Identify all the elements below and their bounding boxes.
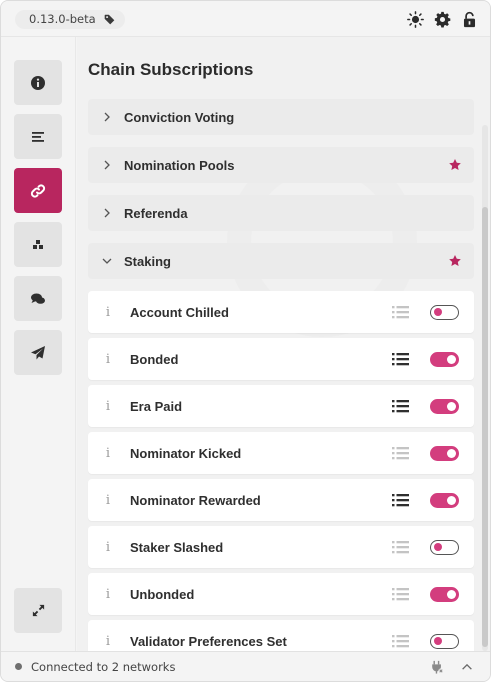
toggle-knob (447, 448, 456, 458)
subscription-row: i Validator Preferences Set (88, 620, 474, 651)
main-panel: Chain Subscriptions Conviction Voting No… (77, 37, 490, 651)
link-icon (30, 183, 46, 198)
cubes-icon (33, 239, 43, 249)
top-icons (407, 11, 478, 28)
sidebar-item-subscriptions[interactable] (14, 168, 62, 213)
subscription-row: i Staker Slashed (88, 526, 474, 568)
subscription-toggle[interactable] (430, 634, 459, 649)
list-icon[interactable] (392, 305, 409, 319)
info-icon[interactable]: i (88, 352, 128, 367)
chevron-right-icon (104, 208, 110, 218)
info-icon[interactable]: i (88, 634, 128, 649)
subscription-label: Unbonded (130, 586, 195, 602)
expand-button[interactable] (14, 588, 62, 633)
sidebar-item-info[interactable] (14, 60, 62, 105)
category-label: Referenda (124, 205, 188, 221)
sidebar-item-list[interactable] (14, 114, 62, 159)
subscription-row: i Unbonded (88, 573, 474, 615)
unlock-icon[interactable] (461, 11, 478, 28)
list-icon[interactable] (392, 540, 409, 554)
scrollbar-thumb[interactable] (482, 207, 488, 647)
subscription-label: Account Chilled (130, 304, 229, 320)
list-icon[interactable] (392, 399, 409, 413)
subscription-toggle[interactable] (430, 540, 459, 555)
star-icon (449, 255, 461, 266)
subscription-label: Validator Preferences Set (130, 633, 287, 649)
list-icon[interactable] (392, 634, 409, 648)
subscription-toggle[interactable] (430, 587, 459, 602)
comments-icon (31, 293, 45, 304)
category-label: Nomination Pools (124, 157, 235, 173)
toggle-knob (447, 354, 456, 364)
sun-icon[interactable] (407, 11, 424, 28)
category-conviction-voting[interactable]: Conviction Voting (88, 99, 474, 135)
subscription-row: i Era Paid (88, 385, 474, 427)
list-icon (32, 131, 44, 142)
status-bar: Connected to 2 networks (1, 651, 490, 681)
toggle-knob (434, 308, 442, 316)
info-icon[interactable]: i (88, 399, 128, 414)
info-icon[interactable]: i (88, 305, 128, 320)
expand-icon (32, 604, 44, 617)
subscription-toggle[interactable] (430, 305, 459, 320)
info-icon[interactable]: i (88, 446, 128, 461)
info-icon[interactable]: i (88, 587, 128, 602)
subscription-row: i Bonded (88, 338, 474, 380)
category-referenda[interactable]: Referenda (88, 195, 474, 231)
tag-icon (104, 14, 114, 25)
info-circle-icon (31, 75, 45, 90)
plug-icon[interactable] (430, 660, 444, 674)
sidebar (1, 37, 76, 651)
info-icon[interactable]: i (88, 493, 128, 508)
toggle-knob (447, 589, 456, 599)
subscription-toggle[interactable] (430, 399, 459, 414)
list-icon[interactable] (392, 587, 409, 601)
version-badge: 0.13.0-beta (15, 10, 125, 29)
subscription-toggle[interactable] (430, 352, 459, 367)
sidebar-item-chat[interactable] (14, 276, 62, 321)
toggle-knob (434, 637, 442, 645)
toggle-knob (447, 401, 456, 411)
subscription-row: i Account Chilled (88, 291, 474, 333)
connection-status-dot (15, 663, 22, 670)
list-icon[interactable] (392, 493, 409, 507)
toggle-knob (447, 495, 456, 505)
subscription-row: i Nominator Rewarded (88, 479, 474, 521)
category-nomination-pools[interactable]: Nomination Pools (88, 147, 474, 183)
chevron-up-icon[interactable] (460, 660, 474, 674)
info-icon[interactable]: i (88, 540, 128, 555)
gear-icon[interactable] (434, 11, 451, 28)
category-staking[interactable]: Staking (88, 243, 474, 279)
list-icon[interactable] (392, 352, 409, 366)
category-label: Staking (124, 253, 171, 269)
list-icon[interactable] (392, 446, 409, 460)
version-text: 0.13.0-beta (29, 12, 96, 26)
app-window: 0.13.0-beta Chain Subscriptions Convicti… (0, 0, 491, 682)
subscription-label: Bonded (130, 351, 179, 367)
sidebar-item-cubes[interactable] (14, 222, 62, 267)
star-icon (449, 159, 461, 170)
top-bar: 0.13.0-beta (1, 1, 490, 37)
page-title: Chain Subscriptions (88, 60, 254, 79)
subscription-toggle[interactable] (430, 446, 459, 461)
toggle-knob (434, 543, 442, 551)
sidebar-item-send[interactable] (14, 330, 62, 375)
subscription-label: Nominator Rewarded (130, 492, 261, 508)
chevron-right-icon (104, 160, 110, 170)
subscription-row: i Nominator Kicked (88, 432, 474, 474)
subscription-label: Nominator Kicked (130, 445, 242, 461)
subscription-label: Era Paid (130, 398, 183, 414)
category-label: Conviction Voting (124, 109, 235, 125)
chevron-right-icon (104, 112, 110, 122)
subscription-label: Staker Slashed (130, 539, 224, 555)
chevron-down-icon (102, 258, 112, 264)
status-icons (430, 660, 474, 674)
paper-plane-icon (31, 345, 45, 359)
subscription-toggle[interactable] (430, 493, 459, 508)
connection-status-text: Connected to 2 networks (31, 659, 176, 674)
